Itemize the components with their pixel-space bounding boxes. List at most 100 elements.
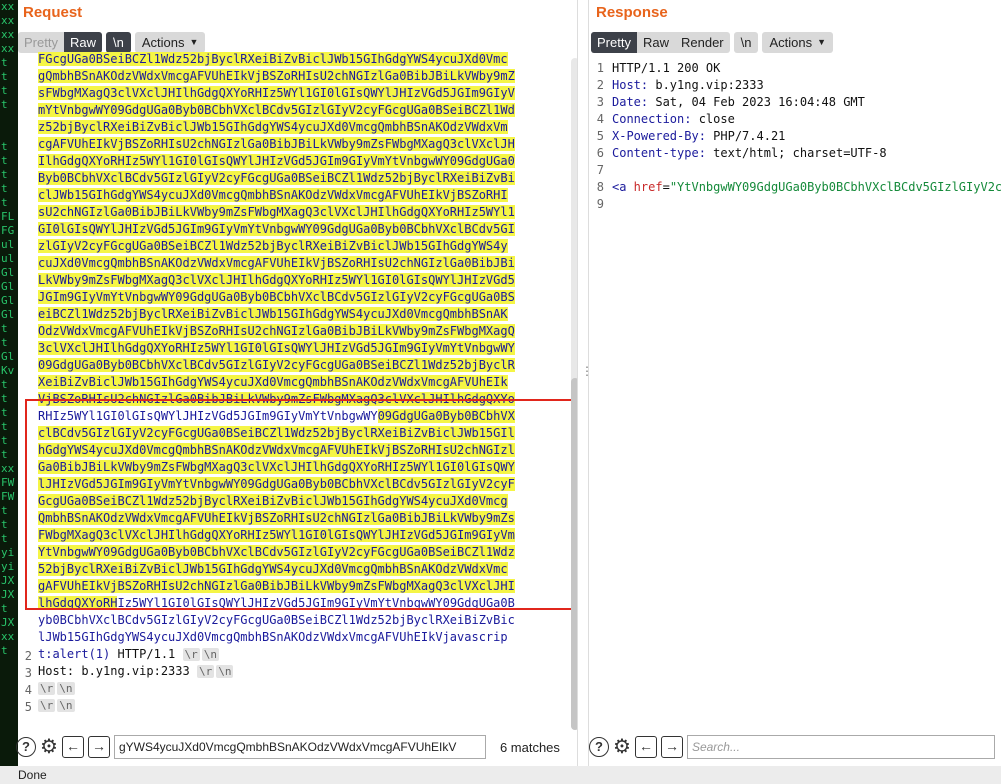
line-number: 9 bbox=[596, 197, 604, 211]
gear-icon[interactable]: ⚙ bbox=[613, 737, 631, 757]
highlighted-text: IlhGdgQXYoRHIz5WYl1GI0lGIsQWYlJHIzVGd5JG… bbox=[38, 154, 515, 168]
code-line: IlhGdgQXYoRHIz5WYl1GI0lGIsQWYlJHIzVGd5JG… bbox=[38, 153, 571, 170]
header-name: Host: bbox=[612, 78, 649, 92]
highlighted-text: JGIm9GIyVmYtVnbgwWY09GdgUGa0Byb0BCbhVXcl… bbox=[38, 290, 515, 304]
header-value: Sat, 04 Feb 2023 16:04:48 GMT bbox=[648, 95, 865, 109]
response-editor[interactable]: 1 2 3 4 5 6 7 8 9 HTTP/1.1 200 OK Host: b.y1ng.vi… bbox=[589, 60, 1001, 730]
carriage-return-marker: \r bbox=[182, 648, 200, 661]
forward-arrow-icon[interactable]: → bbox=[660, 736, 683, 758]
header-value: text/html; charset=UTF-8 bbox=[705, 146, 887, 160]
line-number: 4 bbox=[596, 112, 604, 126]
forward-arrow-icon[interactable]: → bbox=[87, 736, 110, 758]
drag-handle-icon[interactable]: ⋮ bbox=[581, 365, 593, 377]
header-value: PHP/7.4.21 bbox=[705, 129, 786, 143]
request-search-bar: ? ⚙ ← → gYWS4ycuJXd0VmcgQmbhBSnAKOdzVWdx… bbox=[16, 734, 560, 760]
response-view-toggle: Pretty Raw Render bbox=[591, 32, 730, 53]
code-line: \r \n bbox=[38, 697, 571, 714]
response-code: HTTP/1.1 200 OK Host: b.y1ng.vip:2333 Date… bbox=[612, 60, 1001, 213]
match-count: 6 matches bbox=[499, 739, 560, 755]
highlighted-text: FGcgUGa0BSeiBCZl1Wdz52bjByclRXeiBiZvBicl… bbox=[38, 52, 508, 66]
code-line: X-Powered-By: PHP/7.4.21 bbox=[612, 128, 1001, 145]
code-line: t:alert(1) HTTP/1.1 \r \n bbox=[38, 646, 571, 663]
code-line: 3clVXclJHIlhGdgQXYoRHIz5WYl1GI0lGIsQWYlJ… bbox=[38, 340, 571, 357]
line-number: 1 bbox=[596, 61, 604, 75]
line-number: 3 bbox=[596, 95, 604, 109]
code-text: HTTP/1.1 bbox=[110, 647, 183, 661]
code-line: Host: b.y1ng.vip:2333 bbox=[612, 77, 1001, 94]
code-text: lJWb15GIhGdgYWS4ycuJXd0VmcgQmbhBSnAKOdzV… bbox=[38, 630, 508, 644]
tab-render[interactable]: Render bbox=[675, 32, 730, 53]
highlighted-text: 09GdgUGa0Byb0BCbhVXclBCdv5GIzlGIyV2cyFGc… bbox=[38, 358, 515, 372]
code-line: OdzVWdxVmcgAFVUhEIkVjBSZoRHIsU2chNGIzlGa… bbox=[38, 323, 571, 340]
line-number: 2 bbox=[596, 78, 604, 92]
code-line: FGcgUGa0BSeiBCZl1Wdz52bjByclRXeiBiZvBicl… bbox=[38, 51, 571, 68]
chevron-down-icon: ▼ bbox=[189, 37, 199, 47]
code-line: Content-type: text/html; charset=UTF-8 bbox=[612, 145, 1001, 162]
pane-divider[interactable] bbox=[577, 0, 589, 766]
back-arrow-icon[interactable]: ← bbox=[61, 736, 84, 758]
code-line: eiBCZl1Wdz52bjByclRXeiBiZvBiclJWb15GIhGd… bbox=[38, 306, 571, 323]
header-name: Connection: bbox=[612, 112, 692, 126]
header-value: close bbox=[691, 112, 735, 126]
response-actions-button[interactable]: Actions ▼ bbox=[762, 32, 834, 53]
help-icon[interactable]: ? bbox=[16, 737, 36, 757]
tab-pretty[interactable]: Pretty bbox=[591, 32, 637, 53]
tab-raw[interactable]: Raw bbox=[637, 32, 675, 53]
code-line: gQmbhBSnAKOdzVWdxVmcgAFVUhEIkVjBSZoRHIsU… bbox=[38, 68, 571, 85]
highlighted-text: sFWbgMXagQ3clVXclJHIlhGdgQXYoRHIz5WYl1GI… bbox=[38, 86, 515, 100]
response-gutter: 1 2 3 4 5 6 7 8 9 bbox=[589, 60, 604, 213]
status-line: HTTP/1.1 200 OK bbox=[612, 61, 721, 75]
highlighted-text: cuJXd0VmcgQmbhBSnAKOdzVWdxVmcgAFVUhEIkVj… bbox=[38, 256, 515, 270]
line-number: 8 bbox=[596, 180, 604, 194]
tab-pretty[interactable]: Pretty bbox=[18, 32, 64, 53]
host-line: Host: b.y1ng.vip:2333 bbox=[38, 664, 197, 678]
response-search-bar: ? ⚙ ← → Search... bbox=[589, 734, 995, 760]
highlighted-text: GI0lGIsQWYlJHIzVGd5JGIm9GIyVmYtVnbgwWY09… bbox=[38, 222, 515, 236]
request-title: Request bbox=[23, 4, 83, 21]
code-line: mYtVnbgwWY09GdgUGa0Byb0BCbhVXclBCdv5GIzl… bbox=[38, 102, 571, 119]
highlighted-text: 3clVXclJHIlhGdgQXYoRHIz5WYl1GI0lGIsQWYlJ… bbox=[38, 341, 515, 355]
highlighted-text: sU2chNGIzlGa0BibJBiLkVWby9mZsFWbgMXagQ3c… bbox=[38, 205, 515, 219]
code-line: clJWb15GIhGdgYWS4ycuJXd0VmcgQmbhBSnAKOdz… bbox=[38, 187, 571, 204]
code-line: cuJXd0VmcgQmbhBSnAKOdzVWdxVmcgAFVUhEIkVj… bbox=[38, 255, 571, 272]
highlighted-text: XeiBiZvBiclJWb15GIhGdgYWS4ycuJXd0VmcgQmb… bbox=[38, 375, 508, 389]
gear-icon[interactable]: ⚙ bbox=[40, 737, 58, 757]
newline-marker: \n bbox=[57, 699, 75, 712]
header-name: X-Powered-By: bbox=[612, 129, 706, 143]
highlighted-text: gQmbhBSnAKOdzVWdxVmcgAFVUhEIkVjBSZoRHIsU… bbox=[38, 69, 515, 83]
highlighted-text: mYtVnbgwWY09GdgUGa0Byb0BCbhVXclBCdv5GIzl… bbox=[38, 103, 515, 117]
tab-raw[interactable]: Raw bbox=[63, 32, 102, 53]
newline-marker: \n bbox=[201, 648, 219, 661]
request-gutter: 2 3 4 5 bbox=[24, 649, 32, 714]
code-line: JGIm9GIyVmYtVnbgwWY09GdgUGa0Byb0BCbhVXcl… bbox=[38, 289, 571, 306]
newline-marker: \n bbox=[216, 665, 234, 678]
request-search-input[interactable]: gYWS4ycuJXd0VmcgQmbhBSnAKOdzVWdxVmcgAFVU… bbox=[113, 735, 486, 759]
help-icon[interactable]: ? bbox=[589, 737, 609, 757]
newline-toggle-button[interactable]: \n bbox=[105, 32, 131, 53]
response-pane: Response Pretty Raw Render \n Actions ▼ … bbox=[589, 0, 1001, 766]
code-line: GI0lGIsQWYlJHIzVGd5JGIm9GIyVmYtVnbgwWY09… bbox=[38, 221, 571, 238]
carriage-return-marker: \r bbox=[196, 665, 215, 678]
newline-toggle-button[interactable]: \n bbox=[733, 32, 759, 53]
line-number: 7 bbox=[596, 163, 604, 177]
back-arrow-icon[interactable]: ← bbox=[634, 736, 657, 758]
code-line: 09GdgUGa0Byb0BCbhVXclBCdv5GIzlGIyV2cyFGc… bbox=[38, 357, 571, 374]
request-actions-button[interactable]: Actions ▼ bbox=[134, 32, 206, 53]
code-line: sFWbgMXagQ3clVXclJHIlhGdgQXYoRHIz5WYl1GI… bbox=[38, 85, 571, 102]
request-editor[interactable]: 2 3 4 5 FGcgUGa0BSeiBCZl1Wdz52bjByclRXei… bbox=[18, 51, 571, 733]
actions-label: Actions bbox=[141, 35, 185, 50]
code-line: HTTP/1.1 200 OK bbox=[612, 60, 1001, 77]
code-text: t:alert(1) bbox=[38, 647, 111, 661]
attribute-value: "YtVnbgwWY09GdgUGa0Byb0BCbhVXclBCdv5GIzl… bbox=[669, 180, 1001, 194]
highlighted-text: clJWb15GIhGdgYWS4ycuJXd0VmcgQmbhBSnAKOdz… bbox=[38, 188, 508, 202]
carriage-return-marker: \r bbox=[38, 699, 56, 712]
highlighted-text: Byb0BCbhVXclBCdv5GIzlGIyV2cyFGcgUGa0BSei… bbox=[38, 171, 515, 185]
code-line: zlGIyV2cyFGcgUGa0BSeiBCZl1Wdz52bjByclRXe… bbox=[38, 238, 571, 255]
code-line: Connection: close bbox=[612, 111, 1001, 128]
response-search-input[interactable]: Search... bbox=[686, 735, 995, 759]
html-tag: <a bbox=[612, 180, 627, 194]
carriage-return-marker: \r bbox=[38, 682, 56, 695]
